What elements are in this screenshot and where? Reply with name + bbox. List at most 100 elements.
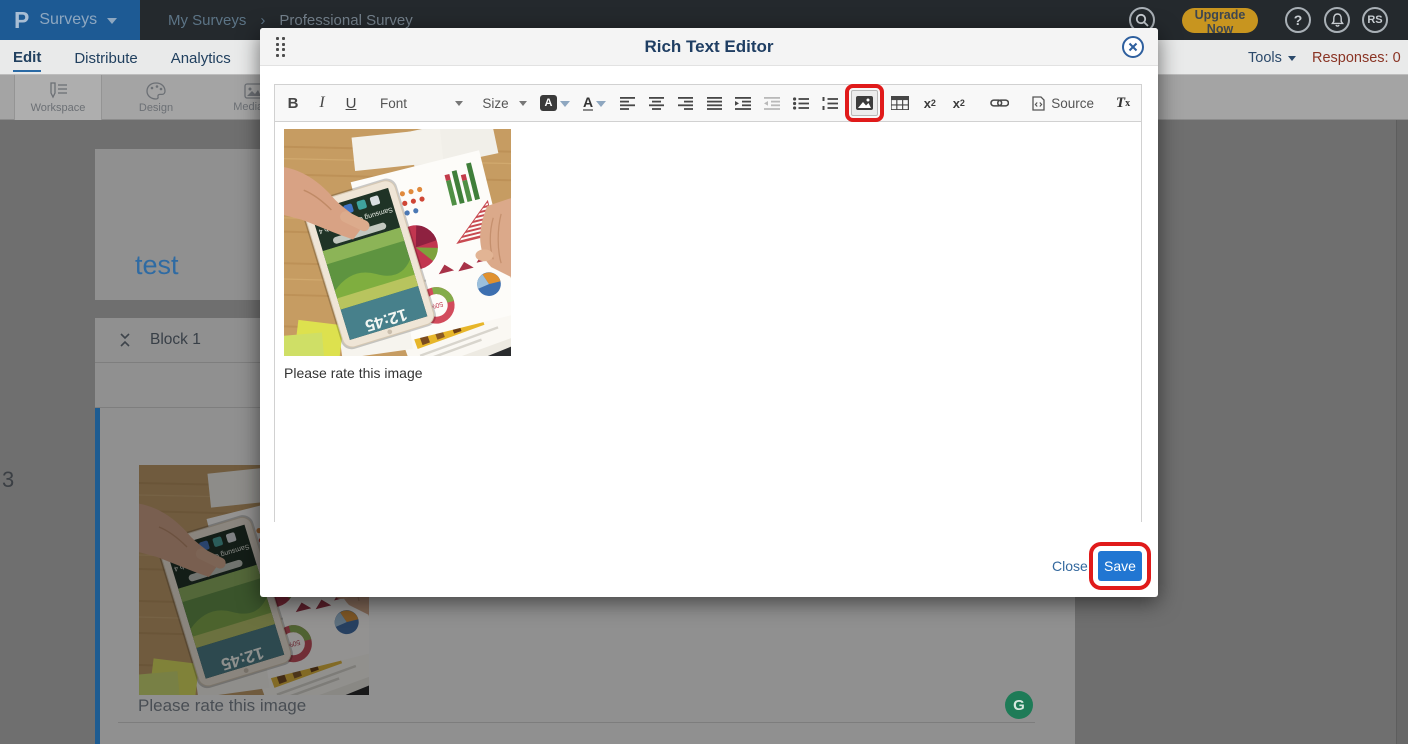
close-icon [1128,42,1138,52]
question-number: 3 [2,467,14,493]
help-icon: ? [1294,12,1303,28]
app-screen: 50% [0,0,1408,744]
link-icon [990,98,1009,108]
numbered-list-button[interactable] [822,90,838,116]
design-palette-icon [146,82,166,100]
decrease-indent-button [764,90,780,116]
underline-button[interactable]: U [343,90,359,116]
justify-icon [707,97,722,110]
rich-text-editor-modal: Rich Text Editor B I U Font [260,28,1158,597]
breadcrumb-separator: › [260,12,265,29]
remove-format-t: T [1116,95,1125,112]
surveys-menu[interactable]: P Surveys [0,0,140,40]
subscript-x: x [924,96,931,111]
insert-link-button[interactable] [990,90,1009,116]
remove-format-button[interactable]: Tx [1115,90,1131,116]
bulleted-list-button[interactable] [793,90,809,116]
align-center-icon [649,97,664,110]
selected-question-indicator [95,408,100,744]
design-label: Design [139,102,173,114]
increase-indent-icon [735,97,751,110]
upgrade-now-button[interactable]: Upgrade Now [1182,8,1258,33]
block-label[interactable]: Block 1 [150,331,201,349]
workspace-tile[interactable]: Workspace [14,75,102,120]
drag-handle[interactable] [276,37,285,57]
increase-indent-button[interactable] [735,90,751,116]
save-button[interactable]: Save [1098,551,1142,581]
collapse-block-icon[interactable] [118,333,132,347]
align-right-icon [678,97,693,110]
chevron-down-icon [107,18,117,29]
tab-distribute[interactable]: Distribute [74,44,137,71]
chevron-down-icon [596,101,606,112]
modal-close-link[interactable]: Close [1052,558,1088,574]
grammarly-icon[interactable]: G [1005,691,1033,719]
avatar-initials: RS [1367,14,1382,26]
source-label: Source [1051,96,1094,111]
tools-label: Tools [1248,50,1282,66]
workspace-icon [47,82,69,100]
question-text[interactable]: Please rate this image [138,696,306,716]
modal-header: Rich Text Editor [260,28,1158,66]
modal-close-button[interactable] [1122,36,1144,58]
background-color-letter: A [540,95,557,111]
align-left-icon [620,97,635,110]
inserted-image[interactable] [284,128,511,357]
help-button[interactable]: ? [1285,7,1311,33]
text-color-letter: A [583,95,593,111]
bell-icon [1331,13,1344,27]
font-dropdown-label: Font [380,96,407,111]
tab-analytics[interactable]: Analytics [171,44,231,71]
rte-body-text[interactable]: Please rate this image [284,365,1132,381]
design-tile[interactable]: Design [112,75,200,120]
size-dropdown[interactable]: Size [482,96,527,111]
justify-button[interactable] [706,90,722,116]
text-color-button[interactable]: A [583,95,606,112]
page-scrollbar[interactable] [1396,120,1408,744]
modal-title: Rich Text Editor [260,28,1158,66]
breadcrumb-survey-name: Professional Survey [279,12,412,29]
subscript-button[interactable]: x2 [922,90,938,116]
bold-button[interactable]: B [285,90,301,116]
surveys-menu-label: Surveys [39,11,97,29]
breadcrumb-my-surveys[interactable]: My Surveys [168,12,246,29]
subscript-2: 2 [931,98,936,108]
background-color-button[interactable]: A [540,95,570,112]
align-right-button[interactable] [677,90,693,116]
font-dropdown[interactable]: Font [380,96,463,111]
size-dropdown-label: Size [482,96,508,111]
image-icon [856,96,873,110]
rich-text-editor: B I U Font Size A A [274,84,1142,522]
survey-title-text[interactable]: test [135,250,179,281]
source-button[interactable]: Source [1032,96,1094,111]
decrease-indent-icon [764,97,780,110]
workspace-label: Workspace [31,102,86,114]
align-center-button[interactable] [648,90,664,116]
chevron-down-icon [560,101,570,112]
rte-content-area[interactable]: Please rate this image [275,122,1141,522]
chevron-down-icon [519,101,527,110]
tools-dropdown[interactable]: Tools [1248,40,1296,75]
superscript-x: x [953,96,960,111]
question-divider [118,722,1035,723]
insert-table-button[interactable] [891,90,908,116]
notifications-button[interactable] [1324,7,1350,33]
insert-image-button[interactable] [851,90,878,116]
italic-button[interactable]: I [314,90,330,116]
align-left-button[interactable] [619,90,635,116]
grammarly-letter: G [1013,697,1025,714]
chevron-down-icon [1288,56,1296,65]
table-icon [891,96,908,110]
chevron-down-icon [455,101,463,110]
superscript-button[interactable]: x2 [951,90,967,116]
bulleted-list-icon [793,97,809,110]
numbered-list-icon [822,97,838,110]
proprofs-logo: P [14,7,29,34]
source-file-icon [1032,96,1045,111]
avatar[interactable]: RS [1362,7,1388,33]
responses-count: Responses: 0 [1312,40,1401,75]
search-icon [1135,13,1149,27]
remove-format-x: x [1125,98,1130,109]
tab-edit[interactable]: Edit [13,43,41,72]
rte-toolbar: B I U Font Size A A [275,85,1141,122]
